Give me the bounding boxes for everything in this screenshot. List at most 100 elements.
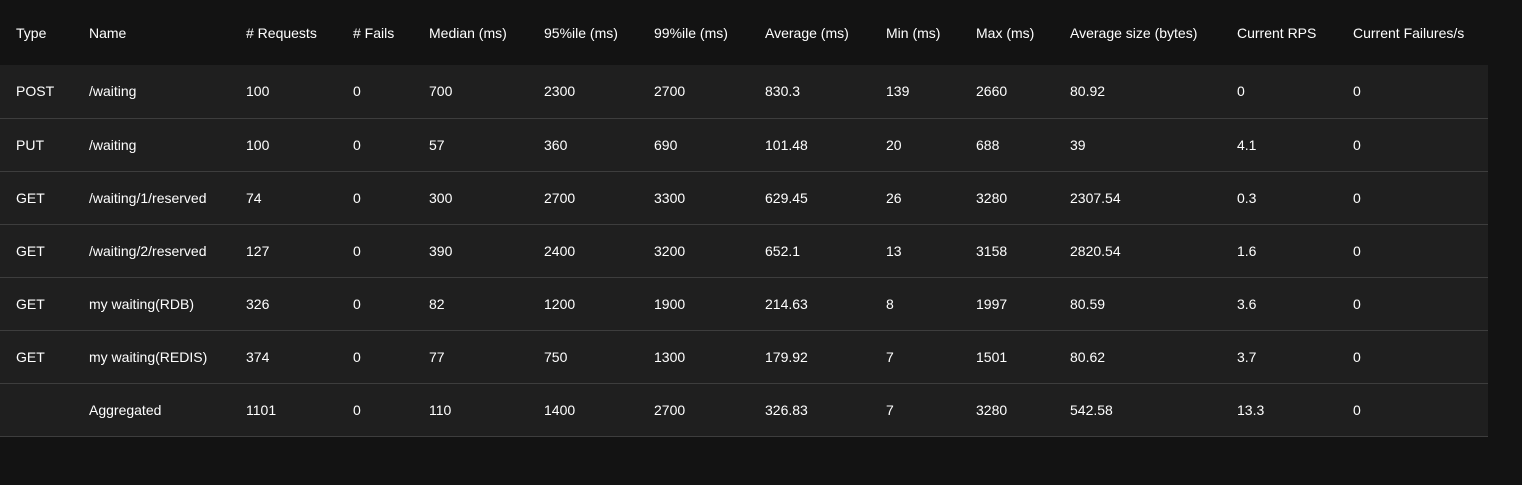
cell-current-rps: 4.1	[1221, 118, 1337, 172]
cell-median: 77	[413, 330, 528, 384]
cell-min: 13	[870, 224, 960, 278]
column-header-average[interactable]: Average (ms)	[749, 0, 870, 65]
cell-95ile: 360	[528, 118, 638, 172]
cell-median: 57	[413, 118, 528, 172]
cell-requests: 127	[230, 224, 337, 278]
cell-min: 139	[870, 65, 960, 119]
cell-median: 700	[413, 65, 528, 119]
cell-current-failures: 0	[1337, 224, 1488, 278]
cell-max: 3280	[960, 171, 1054, 225]
table-header-row: Type Name # Requests # Fails Median (ms)…	[0, 0, 1488, 65]
column-header-fails[interactable]: # Fails	[337, 0, 413, 65]
cell-current-failures: 0	[1337, 330, 1488, 384]
cell-type: GET	[0, 171, 73, 225]
cell-average: 830.3	[749, 65, 870, 119]
cell-fails: 0	[337, 383, 413, 437]
cell-current-rps: 0	[1221, 65, 1337, 119]
cell-current-rps: 1.6	[1221, 224, 1337, 278]
cell-median: 82	[413, 277, 528, 331]
cell-type: PUT	[0, 118, 73, 172]
cell-fails: 0	[337, 171, 413, 225]
cell-average-size: 542.58	[1054, 383, 1221, 437]
cell-average-size: 2307.54	[1054, 171, 1221, 225]
cell-fails: 0	[337, 330, 413, 384]
cell-99ile: 3300	[638, 171, 749, 225]
cell-type: GET	[0, 224, 73, 278]
cell-current-failures: 0	[1337, 171, 1488, 225]
cell-name: Aggregated	[73, 383, 230, 437]
table-row: GET my waiting(REDIS) 374 0 77 750 1300 …	[0, 330, 1488, 384]
cell-requests: 326	[230, 277, 337, 331]
cell-current-failures: 0	[1337, 383, 1488, 437]
cell-average-size: 80.92	[1054, 65, 1221, 119]
cell-fails: 0	[337, 224, 413, 278]
cell-95ile: 2400	[528, 224, 638, 278]
table-row: PUT /waiting 100 0 57 360 690 101.48 20 …	[0, 118, 1488, 172]
request-statistics-panel: Type Name # Requests # Fails Median (ms)…	[0, 0, 1488, 437]
column-header-current-failures[interactable]: Current Failures/s	[1337, 0, 1488, 65]
cell-current-rps: 13.3	[1221, 383, 1337, 437]
cell-requests: 374	[230, 330, 337, 384]
cell-max: 2660	[960, 65, 1054, 119]
cell-95ile: 1400	[528, 383, 638, 437]
cell-median: 110	[413, 383, 528, 437]
cell-type: GET	[0, 277, 73, 331]
column-header-type[interactable]: Type	[0, 0, 73, 65]
cell-current-rps: 3.6	[1221, 277, 1337, 331]
cell-min: 20	[870, 118, 960, 172]
cell-average-size: 80.59	[1054, 277, 1221, 331]
table-row: GET /waiting/2/reserved 127 0 390 2400 3…	[0, 224, 1488, 278]
cell-average: 101.48	[749, 118, 870, 172]
cell-99ile: 2700	[638, 65, 749, 119]
cell-name: my waiting(RDB)	[73, 277, 230, 331]
cell-fails: 0	[337, 118, 413, 172]
cell-average-size: 39	[1054, 118, 1221, 172]
cell-max: 3280	[960, 383, 1054, 437]
cell-max: 688	[960, 118, 1054, 172]
cell-min: 7	[870, 330, 960, 384]
cell-95ile: 2300	[528, 65, 638, 119]
cell-average: 326.83	[749, 383, 870, 437]
cell-average: 179.92	[749, 330, 870, 384]
cell-min: 26	[870, 171, 960, 225]
cell-average-size: 80.62	[1054, 330, 1221, 384]
column-header-median[interactable]: Median (ms)	[413, 0, 528, 65]
cell-type	[0, 383, 73, 437]
cell-max: 1501	[960, 330, 1054, 384]
column-header-name[interactable]: Name	[73, 0, 230, 65]
cell-average: 629.45	[749, 171, 870, 225]
cell-min: 8	[870, 277, 960, 331]
cell-average-size: 2820.54	[1054, 224, 1221, 278]
cell-requests: 74	[230, 171, 337, 225]
cell-current-rps: 0.3	[1221, 171, 1337, 225]
cell-name: /waiting	[73, 65, 230, 119]
cell-median: 390	[413, 224, 528, 278]
cell-requests: 100	[230, 118, 337, 172]
column-header-requests[interactable]: # Requests	[230, 0, 337, 65]
aggregated-row: Aggregated 1101 0 110 1400 2700 326.83 7…	[0, 383, 1488, 437]
column-header-min[interactable]: Min (ms)	[870, 0, 960, 65]
cell-average: 652.1	[749, 224, 870, 278]
column-header-max[interactable]: Max (ms)	[960, 0, 1054, 65]
cell-99ile: 690	[638, 118, 749, 172]
cell-99ile: 1300	[638, 330, 749, 384]
cell-fails: 0	[337, 65, 413, 119]
cell-name: my waiting(REDIS)	[73, 330, 230, 384]
column-header-current-rps[interactable]: Current RPS	[1221, 0, 1337, 65]
column-header-99ile[interactable]: 99%ile (ms)	[638, 0, 749, 65]
table-row: POST /waiting 100 0 700 2300 2700 830.3 …	[0, 65, 1488, 119]
cell-current-failures: 0	[1337, 65, 1488, 119]
table-row: GET my waiting(RDB) 326 0 82 1200 1900 2…	[0, 277, 1488, 331]
cell-name: /waiting/2/reserved	[73, 224, 230, 278]
cell-99ile: 3200	[638, 224, 749, 278]
cell-99ile: 2700	[638, 383, 749, 437]
cell-fails: 0	[337, 277, 413, 331]
cell-max: 1997	[960, 277, 1054, 331]
cell-99ile: 1900	[638, 277, 749, 331]
cell-current-failures: 0	[1337, 118, 1488, 172]
column-header-95ile[interactable]: 95%ile (ms)	[528, 0, 638, 65]
table-row: GET /waiting/1/reserved 74 0 300 2700 33…	[0, 171, 1488, 225]
column-header-average-size[interactable]: Average size (bytes)	[1054, 0, 1221, 65]
cell-median: 300	[413, 171, 528, 225]
cell-current-failures: 0	[1337, 277, 1488, 331]
